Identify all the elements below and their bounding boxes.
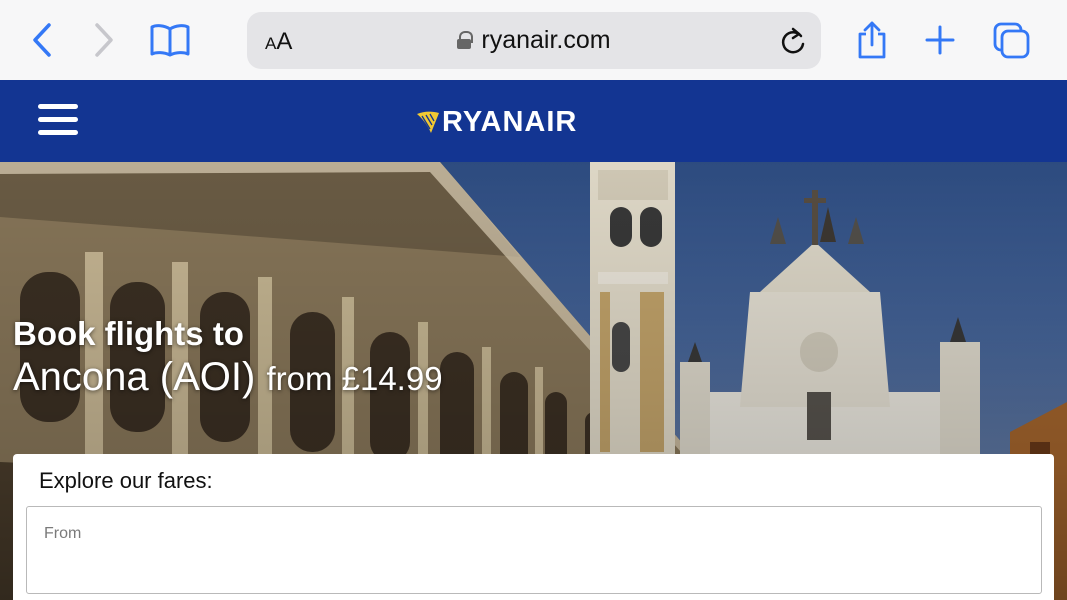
from-input[interactable]: From [26,506,1042,594]
reload-icon [781,27,805,54]
hero-destination: Ancona (AOI) from £14.99 [13,355,443,400]
url-text: ryanair.com [481,26,611,54]
logo-text: RYANAIR [442,105,578,138]
share-icon [858,21,886,59]
tabs-button[interactable] [992,20,1032,60]
destination-name: Ancona (AOI) [13,355,256,399]
lock-icon [457,31,474,49]
back-button[interactable] [22,20,62,60]
menu-button[interactable] [38,104,78,136]
browser-toolbar: AA ryanair.com [0,0,1067,80]
site-header: RYANAIR [0,80,1067,162]
harp-icon [417,111,439,133]
fare-search-card: Explore our fares: From [13,454,1054,600]
price-text: from £14.99 [266,360,443,397]
address-bar[interactable]: AA ryanair.com [247,12,821,69]
ryanair-logo[interactable]: RYANAIR [416,102,577,142]
bookmarks-icon [150,24,190,57]
hamburger-line [38,130,78,135]
new-tab-button[interactable] [920,20,960,60]
back-icon [33,23,51,57]
fares-heading: Explore our fares: [39,468,213,493]
hamburger-line [38,117,78,122]
new-tab-icon [925,25,955,55]
share-button[interactable] [852,20,892,60]
forward-icon [95,23,113,57]
hamburger-icon [38,104,78,109]
forward-button[interactable] [84,20,124,60]
url-container: ryanair.com [247,26,821,55]
from-label: From [44,525,82,542]
reload-button[interactable] [779,26,807,61]
bookmarks-button[interactable] [150,20,190,60]
tabs-icon [993,22,1030,59]
hero-title: Book flights to [13,315,244,352]
